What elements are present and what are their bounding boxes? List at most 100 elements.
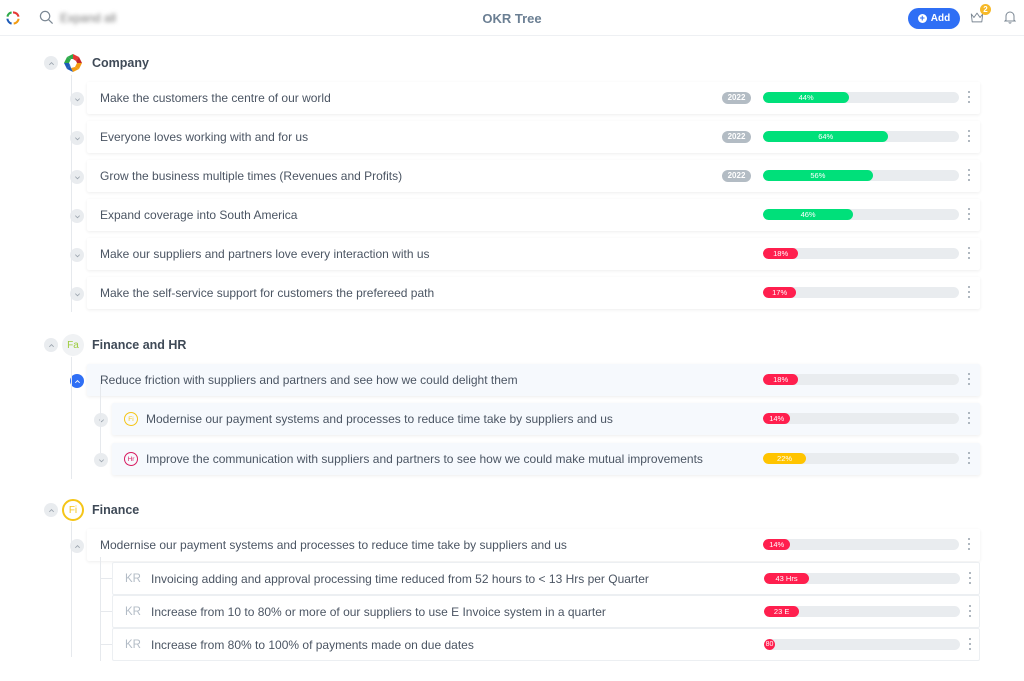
more-options-icon[interactable] — [966, 538, 972, 550]
tree-connector — [100, 383, 101, 453]
more-options-icon[interactable] — [966, 169, 972, 181]
progress-fill: 56% — [763, 170, 873, 181]
chevron-down-icon — [98, 418, 104, 422]
group-title: Finance — [92, 503, 140, 517]
progress-bar: 64% — [763, 131, 959, 142]
progress-bar: 22% — [763, 453, 959, 464]
expand-toggle[interactable] — [70, 92, 84, 106]
key-result-row[interactable]: KR Increase from 10 to 80% or more of our… — [112, 595, 980, 628]
chevron-up-icon — [74, 544, 80, 548]
company-logo-icon — [62, 52, 84, 74]
progress-bar: 17% — [763, 287, 959, 298]
progress-bar: 14% — [763, 413, 959, 424]
year-badge: 2022 — [722, 170, 751, 182]
progress-fill: 43 Hrs — [764, 573, 810, 584]
more-options-icon[interactable] — [966, 452, 972, 464]
bell-icon[interactable] — [1004, 10, 1016, 24]
expand-toggle[interactable] — [70, 209, 84, 223]
progress-bar: 18% — [763, 374, 959, 385]
objective-title[interactable]: Improve the communication with suppliers… — [146, 452, 703, 466]
collapse-toggle[interactable] — [44, 338, 58, 352]
progress-fill: 23 E — [764, 606, 800, 617]
aligned-objective-row[interactable]: Fi Modernise our payment systems and proc… — [112, 403, 980, 435]
key-result-title[interactable]: Increase from 80% to 100% of payments ma… — [151, 638, 474, 652]
group-header: Company — [44, 52, 149, 74]
progress-bar: 23 E — [764, 606, 960, 617]
objective-title[interactable]: Everyone loves working with and for us — [100, 130, 308, 144]
progress-bar: 80 — [764, 639, 960, 650]
key-result-title[interactable]: Increase from 10 to 80% or more of our s… — [151, 605, 606, 619]
more-options-icon[interactable] — [966, 208, 972, 220]
objective-row[interactable]: Expand coverage into South America 46% — [87, 199, 980, 231]
more-options-icon[interactable] — [967, 638, 973, 650]
chevron-down-icon — [74, 214, 80, 218]
objective-row[interactable]: Make the self-service support for custom… — [87, 277, 980, 309]
more-options-icon[interactable] — [966, 247, 972, 259]
key-result-row[interactable]: KR Invoicing adding and approval processi… — [112, 562, 980, 595]
progress-fill: 80 — [764, 639, 775, 650]
expand-toggle[interactable] — [70, 248, 84, 262]
chevron-down-icon — [74, 292, 80, 296]
expand-toggle[interactable] — [70, 170, 84, 184]
owner-avatar: Hr — [124, 452, 138, 466]
objective-title[interactable]: Modernise our payment systems and proces… — [146, 412, 613, 426]
progress-fill: 64% — [763, 131, 889, 142]
group-header: Fi Finance — [44, 499, 139, 521]
more-options-icon[interactable] — [967, 572, 973, 584]
objective-title[interactable]: Grow the business multiple times (Revenu… — [100, 169, 402, 183]
chevron-down-icon — [74, 97, 80, 101]
aligned-objective-row[interactable]: Hr Improve the communication with supplie… — [112, 443, 980, 475]
progress-fill: 14% — [763, 539, 791, 550]
progress-bar: 44% — [763, 92, 959, 103]
chevron-up-icon — [48, 343, 54, 347]
more-options-icon[interactable] — [966, 373, 972, 385]
objective-title[interactable]: Modernise our payment systems and proces… — [100, 538, 567, 552]
objective-row[interactable]: Everyone loves working with and for us 20… — [87, 121, 980, 153]
expand-toggle[interactable] — [70, 287, 84, 301]
group-avatar: Fi — [62, 499, 84, 521]
group-title: Finance and HR — [92, 338, 187, 352]
key-result-row[interactable]: KR Increase from 80% to 100% of payments … — [112, 628, 980, 661]
objective-title[interactable]: Make the self-service support for custom… — [100, 286, 434, 300]
chevron-down-icon — [74, 136, 80, 140]
more-options-icon[interactable] — [966, 286, 972, 298]
chevron-up-icon — [48, 61, 54, 65]
objective-row[interactable]: Modernise our payment systems and proces… — [87, 529, 980, 561]
progress-bar: 56% — [763, 170, 959, 181]
objective-title[interactable]: Reduce friction with suppliers and partn… — [100, 373, 518, 387]
collapse-toggle[interactable] — [44, 503, 58, 517]
progress-fill: 22% — [763, 453, 807, 464]
objective-row[interactable]: Make our suppliers and partners love eve… — [87, 238, 980, 270]
objective-row[interactable]: Grow the business multiple times (Revenu… — [87, 160, 980, 192]
more-options-icon[interactable] — [966, 412, 972, 424]
objective-title[interactable]: Make the customers the centre of our wor… — [100, 91, 331, 105]
objective-title[interactable]: Expand coverage into South America — [100, 208, 297, 222]
add-button-label: Add — [930, 13, 951, 24]
objective-row[interactable]: Make the customers the centre of our wor… — [87, 82, 980, 114]
expand-toggle[interactable] — [70, 131, 84, 145]
objective-row[interactable]: Reduce friction with suppliers and partn… — [87, 364, 980, 396]
progress-fill: 44% — [763, 92, 850, 103]
key-result-tag: KR — [125, 638, 141, 651]
progress-bar: 46% — [763, 209, 959, 220]
add-button[interactable]: + Add — [908, 8, 960, 29]
collapse-toggle[interactable] — [70, 374, 84, 388]
objective-title[interactable]: Make our suppliers and partners love eve… — [100, 247, 430, 261]
more-options-icon[interactable] — [966, 91, 972, 103]
more-options-icon[interactable] — [967, 605, 973, 617]
tree-connector — [100, 611, 112, 612]
expand-toggle[interactable] — [94, 453, 108, 467]
expand-toggle[interactable] — [94, 413, 108, 427]
collapse-toggle[interactable] — [44, 56, 58, 70]
key-result-title[interactable]: Invoicing adding and approval processing… — [151, 572, 649, 586]
page-title: OKR Tree — [482, 11, 542, 26]
top-bar: OKR Tree + Add 2 — [0, 0, 1024, 36]
tree-connector — [71, 522, 72, 657]
group-title: Company — [92, 56, 149, 70]
notification-badge: 2 — [980, 4, 991, 15]
collapse-toggle[interactable] — [70, 539, 84, 553]
progress-bar: 43 Hrs — [764, 573, 960, 584]
more-options-icon[interactable] — [966, 130, 972, 142]
chevron-down-icon — [74, 175, 80, 179]
plus-icon: + — [917, 13, 927, 23]
